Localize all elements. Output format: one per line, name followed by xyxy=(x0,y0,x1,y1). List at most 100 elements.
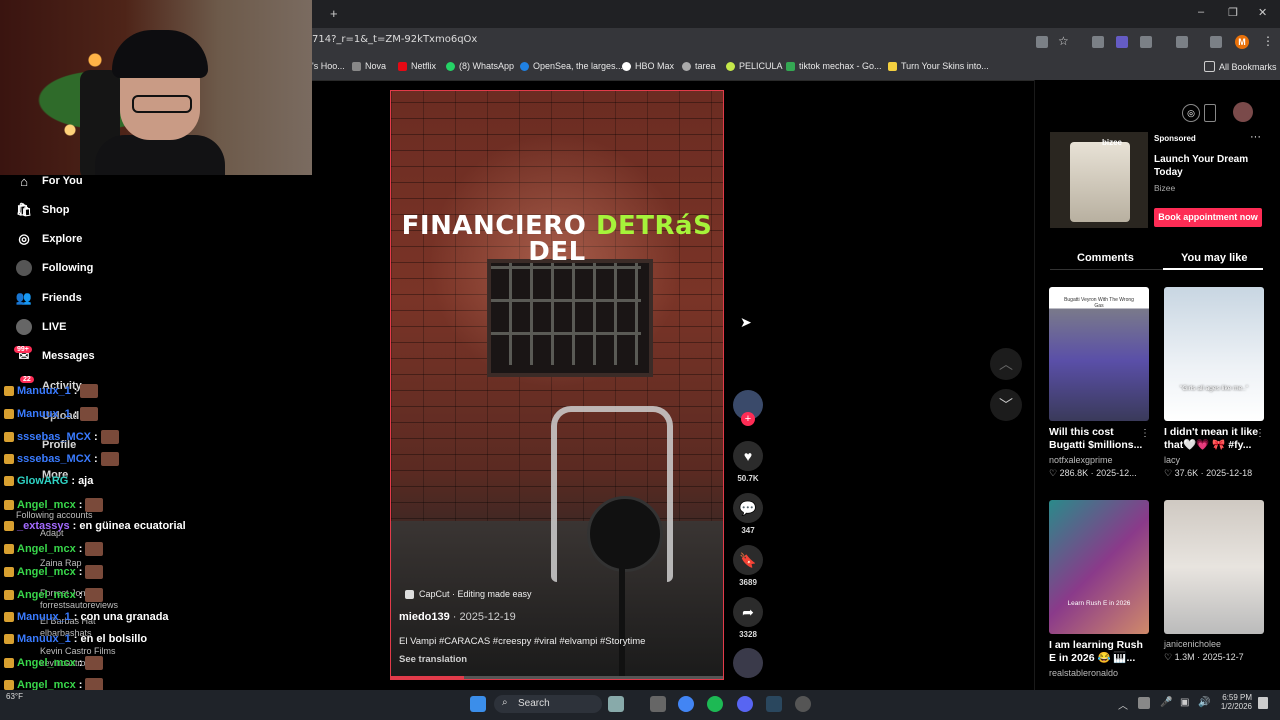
extension-icon[interactable] xyxy=(1116,36,1128,48)
chat-emote-icon xyxy=(85,565,104,579)
shield-icon[interactable] xyxy=(1092,36,1104,48)
sidebar-item-live[interactable]: LIVE xyxy=(16,319,66,335)
chat-username: Manuux_1 xyxy=(17,633,71,645)
user-avatar[interactable] xyxy=(1233,102,1253,122)
chrome-icon[interactable] xyxy=(678,696,694,712)
tray-icon[interactable] xyxy=(1138,697,1150,709)
video-author[interactable]: miedo139 · 2025-12-19 xyxy=(399,611,516,623)
sidebar-item-explore[interactable]: ◎ Explore xyxy=(16,231,82,247)
notification-icon[interactable] xyxy=(1258,697,1268,709)
sidebar-item-following[interactable]: Following xyxy=(16,260,93,276)
taskbar xyxy=(0,690,1280,720)
media-icon[interactable] xyxy=(1210,36,1222,48)
windows-start-icon[interactable] xyxy=(470,696,486,712)
card-more-icon[interactable]: ⋮ xyxy=(1140,428,1150,439)
like-button[interactable]: ♥ 50.7K xyxy=(733,441,763,483)
network-icon[interactable]: ▣ xyxy=(1180,697,1189,708)
bookmark-9[interactable]: Turn Your Skins into... xyxy=(888,61,989,71)
card-more-icon[interactable]: ⋮ xyxy=(1255,428,1265,439)
video-card[interactable]: Bugatti Veyron With The Wrong Gas Will t… xyxy=(1049,287,1149,479)
chat-emote-icon xyxy=(100,452,119,466)
chat-message: sssebas_MCX : xyxy=(4,452,119,466)
puzzle-icon[interactable] xyxy=(1140,36,1152,48)
cast-icon[interactable] xyxy=(1036,36,1048,48)
widget-icon[interactable] xyxy=(608,696,624,712)
discord-icon[interactable] xyxy=(737,696,753,712)
bookmark-7[interactable]: PELICULA xyxy=(726,61,783,71)
volume-icon[interactable]: 🔊 xyxy=(1198,697,1210,708)
file-explorer-icon[interactable] xyxy=(650,696,666,712)
sidebar-item-for-you[interactable]: ⌂ For You xyxy=(16,173,82,189)
new-tab-button[interactable]: + xyxy=(330,6,338,21)
chat-username: Angel_mcx xyxy=(17,543,76,555)
ad-more-icon[interactable]: ··· xyxy=(1250,131,1261,143)
coin-icon[interactable]: ◎ xyxy=(1182,104,1200,122)
sidebar-icon[interactable] xyxy=(1176,36,1188,48)
sidebar-item-shop[interactable]: 🛍 Shop xyxy=(16,202,70,218)
chat-badge-icon xyxy=(4,476,14,486)
chat-message: Angel_mcx : xyxy=(4,656,104,670)
chat-username: Angel_mcx xyxy=(17,589,76,601)
chat-emote-icon xyxy=(85,588,104,602)
chat-username: Angel_mcx xyxy=(17,657,76,669)
bookmark-6[interactable]: tarea xyxy=(682,61,716,71)
sound-disc[interactable] xyxy=(733,648,763,678)
video-progress-bar[interactable] xyxy=(391,676,723,679)
star-icon[interactable]: ☆ xyxy=(1058,34,1069,48)
app-icon[interactable] xyxy=(795,696,811,712)
drive-icon xyxy=(786,61,795,71)
ad-thumbnail[interactable]: bizee xyxy=(1050,132,1148,228)
all-bookmarks[interactable]: All Bookmarks xyxy=(1204,61,1277,72)
url-text[interactable]: 714?_r=1&_t=ZM-92kTxmo6qOx xyxy=(312,34,477,45)
device-icon[interactable] xyxy=(1204,104,1216,122)
steam-icon[interactable] xyxy=(766,696,782,712)
video-player[interactable]: FINANCIERO DETRáS DEL CapCut · Editing m… xyxy=(390,90,724,680)
bookmark-5[interactable]: HBO Max xyxy=(622,61,674,71)
next-video-button[interactable]: ﹀ xyxy=(990,389,1022,421)
share-button[interactable]: ➦ 3328 xyxy=(733,597,763,639)
active-tab-indicator xyxy=(1163,268,1263,270)
chat-badge-icon xyxy=(4,409,14,419)
bookmark-2[interactable]: Netflix xyxy=(398,61,436,71)
chat-username: GlowARG xyxy=(17,475,69,487)
messages-badge: 99+ xyxy=(14,346,32,353)
tab-you-may-like[interactable]: You may like xyxy=(1181,252,1247,264)
spotify-icon[interactable] xyxy=(707,696,723,712)
restore-button[interactable]: ❐ xyxy=(1228,6,1238,19)
video-card[interactable]: "Girls all ages like me.." I didn't mean… xyxy=(1164,287,1264,479)
bookmark-1[interactable]: Nova xyxy=(352,61,386,71)
bookmark-8[interactable]: tiktok mechax - Go... xyxy=(786,61,882,71)
video-card[interactable]: janicenicholee ♡ 1.3M · 2025-12-7 xyxy=(1164,500,1264,663)
webcam-overlay xyxy=(0,0,312,175)
capcut-tag[interactable]: CapCut · Editing made easy xyxy=(405,589,532,599)
previous-video-button[interactable]: ︿ xyxy=(990,348,1022,380)
bookmark-3[interactable]: (8) WhatsApp xyxy=(446,61,514,71)
chat-username: Angel_mcx xyxy=(17,566,76,578)
video-card[interactable]: Learn Rush E in 2026 I am learning Rush … xyxy=(1049,500,1149,681)
tab-comments[interactable]: Comments xyxy=(1077,252,1134,264)
tray-chevron-icon[interactable]: ︿ xyxy=(1118,697,1128,712)
avatar-icon xyxy=(16,260,32,276)
ad-title[interactable]: Launch Your Dream Today xyxy=(1154,153,1249,179)
bookmark-favicon xyxy=(726,61,735,71)
account-item[interactable]: Kevin Castro Films xyxy=(40,646,116,656)
close-button[interactable]: ✕ xyxy=(1258,6,1267,19)
chat-message: Angel_mcx : xyxy=(4,542,104,556)
bookmark-4[interactable]: OpenSea, the larges... xyxy=(520,61,623,71)
book-appointment-button[interactable]: Book appointment now xyxy=(1154,208,1262,227)
weather-widget[interactable]: 63°F xyxy=(6,692,23,701)
save-button[interactable]: 🔖 3689 xyxy=(733,545,763,587)
chat-badge-icon xyxy=(4,521,14,531)
minimize-button[interactable]: – xyxy=(1198,6,1204,18)
clock[interactable]: 6:59 PM 1/2/2026 xyxy=(1220,693,1252,711)
sidebar-item-friends[interactable]: 👥 Friends xyxy=(16,290,82,306)
bookmark-0[interactable]: 's Hoo... xyxy=(312,61,345,71)
profile-avatar[interactable]: M xyxy=(1235,35,1249,49)
see-translation-link[interactable]: See translation xyxy=(399,654,467,665)
comment-button[interactable]: 💬 347 xyxy=(733,493,763,535)
follow-plus-icon[interactable]: + xyxy=(741,412,755,426)
mic-icon[interactable]: 🎤 xyxy=(1160,697,1172,708)
menu-icon[interactable]: ⋮ xyxy=(1262,34,1274,48)
taskbar-search[interactable]: Search xyxy=(494,695,602,713)
creator-avatar[interactable]: + xyxy=(733,390,763,426)
